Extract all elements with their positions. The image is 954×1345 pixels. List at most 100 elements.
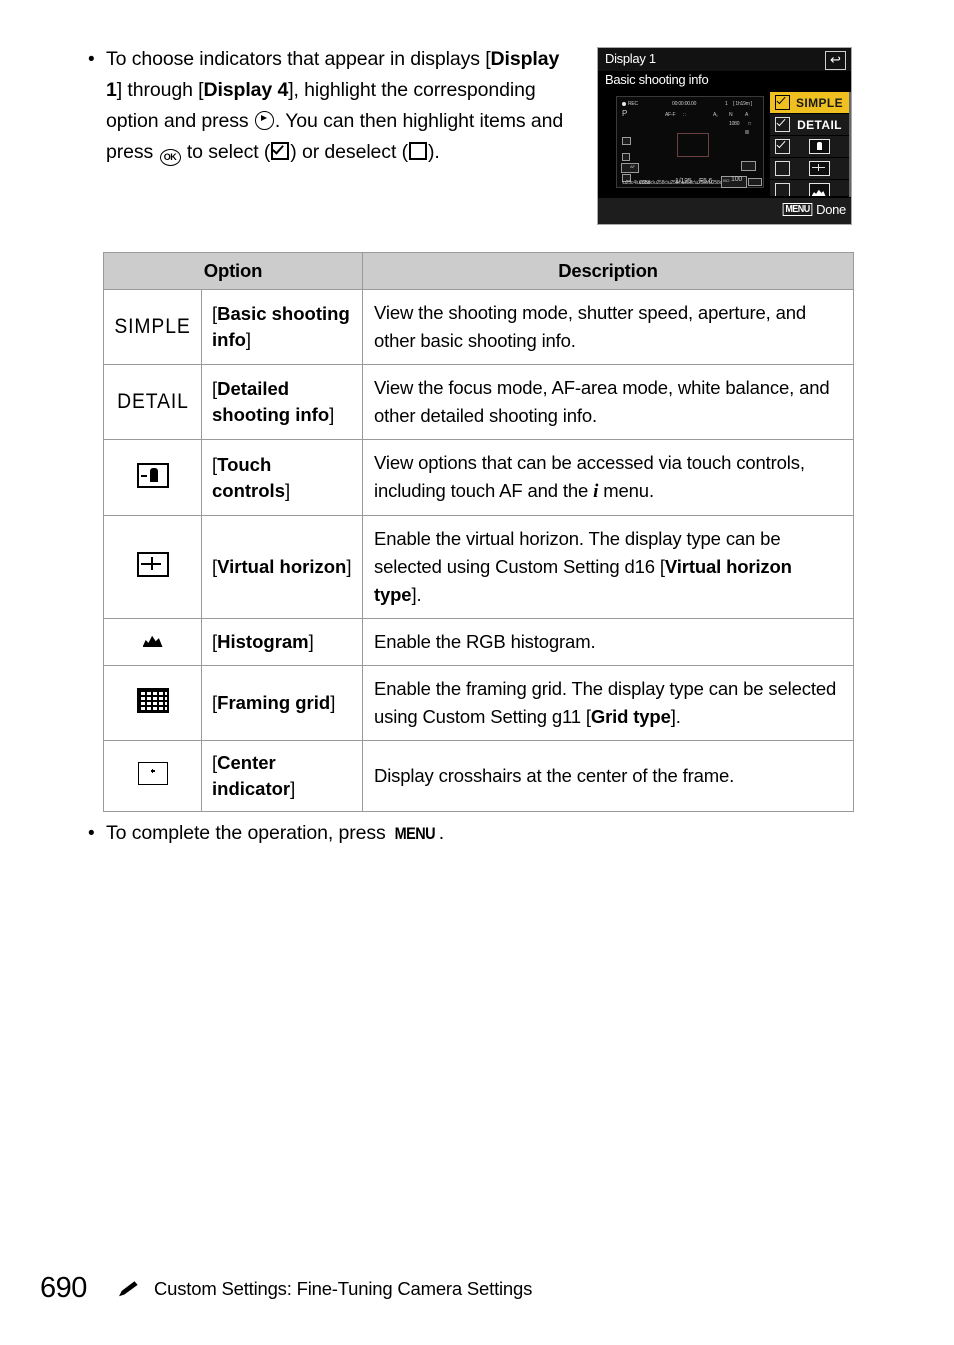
rec-dot-icon: [622, 102, 626, 106]
option-label-framing-grid: [Framing grid]: [201, 665, 363, 741]
back-icon[interactable]: ↩: [825, 51, 846, 70]
option-label-text: Touch controls: [212, 453, 285, 501]
simple-indicator: SIMPLE: [114, 315, 191, 338]
intro-bullet-text: To choose indicators that appear in disp…: [106, 44, 578, 168]
option-icon-cell-simple: SIMPLE: [103, 289, 202, 365]
frame-size: 1080: [729, 121, 740, 127]
mic-level: ‖‖: [745, 130, 749, 136]
done-button[interactable]: MENU Done: [781, 202, 846, 217]
checkbox-histogram[interactable]: [775, 183, 790, 196]
multi-selector-right-icon: [254, 111, 274, 130]
aperture: F5.6: [699, 178, 713, 185]
intro-bullet-paragraph: • To choose indicators that appear in di…: [88, 44, 578, 168]
intro-seg-2: ] through [: [116, 79, 204, 101]
picture-control: N: [729, 112, 733, 118]
option-label-text: Virtual horizon: [217, 556, 347, 577]
display-4-term: Display 4: [203, 79, 289, 101]
camera-option-row-virtual-horizon[interactable]: [770, 158, 849, 180]
option-icon-cell-framing-grid: [103, 665, 202, 741]
checkbox-detail[interactable]: [775, 117, 790, 132]
intro-seg-6: ) or deselect (: [290, 141, 408, 163]
shutter-speed: 1/125: [675, 178, 692, 185]
focus-point-box: [677, 133, 709, 157]
touch-af-label: AF: [630, 164, 635, 169]
virtual-horizon-icon: [136, 552, 169, 577]
timecode: 00:00:00.00: [672, 101, 697, 107]
focus-mode: AF-F: [665, 112, 676, 118]
bullet-marker: •: [88, 823, 95, 844]
option-description-virtual-horizon: Enable the virtual horizon. The display …: [362, 515, 854, 619]
option-label-text: Framing grid: [217, 692, 331, 713]
detail-indicator: DETAIL: [116, 390, 189, 413]
af-area-mode: ∷: [683, 112, 686, 118]
option-label-text: Detailed shooting info: [212, 378, 330, 425]
table-row: [Touch controls] View options that can b…: [103, 439, 854, 516]
histogram-icon: [809, 183, 830, 196]
camera-option-icon-cell: [790, 183, 849, 196]
checkbox-empty-icon: [408, 142, 427, 160]
table-row: [Virtual horizon] Enable the virtual hor…: [103, 515, 854, 619]
closing-seg-2: .: [438, 822, 445, 844]
camera-option-row-histogram[interactable]: [770, 180, 849, 196]
desc-seg: ].: [670, 706, 681, 727]
camera-option-label-detail: DETAIL: [797, 117, 842, 132]
footer-section-title: Custom Settings: Fine-Tuning Camera Sett…: [154, 1277, 533, 1299]
lcd-indicator-1: [622, 137, 631, 145]
remaining-time: [ 1h19m ]: [733, 101, 753, 107]
option-label-detailed-shooting-info: [Detailed shooting info]: [201, 364, 363, 440]
checkbox-checked-icon: [271, 142, 290, 160]
intro-seg-1: To choose indicators that appear in disp…: [106, 48, 491, 70]
option-label-text: Histogram: [217, 631, 309, 652]
option-description-detailed-shooting-info: View the focus mode, AF-area mode, white…: [362, 364, 854, 440]
camera-option-icon-cell: [790, 139, 849, 154]
option-list-scrollbar[interactable]: [849, 92, 851, 197]
option-label-basic-shooting-info: [Basic shooting info]: [201, 289, 363, 365]
camera-option-label-simple: SIMPLE: [795, 95, 844, 110]
checkbox-virtual-horizon[interactable]: [775, 161, 790, 176]
desc-seg: View options that can be accessed via to…: [374, 452, 805, 501]
rec-label: REC: [628, 101, 638, 107]
closing-bullet-paragraph: • To complete the operation, press MENU.: [88, 818, 688, 849]
desc-seg: ].: [411, 584, 422, 605]
menu-button-icon: MENU: [394, 824, 436, 843]
camera-screen-title: Display 1: [605, 51, 656, 66]
option-description-center-indicator: Display crosshairs at the center of the …: [362, 740, 854, 812]
option-description-basic-shooting-info: View the shooting mode, shutter speed, a…: [362, 289, 854, 365]
closing-seg-1: To complete the operation, press: [106, 822, 392, 844]
shooting-mode: P: [622, 109, 628, 118]
live-view-preview: REC 00:00:00.00 1 [ 1h19m ] P AF-F ∷ A₁ …: [616, 96, 764, 188]
menu-key-icon: MENU: [782, 203, 813, 216]
closing-bullet-text: To complete the operation, press MENU.: [106, 818, 688, 849]
camera-title-bar: Display 1 ↩: [598, 48, 851, 71]
page-number: 690: [40, 1272, 87, 1304]
table-row: [Center indicator] Display crosshairs at…: [103, 740, 854, 812]
white-balance: A₁: [713, 112, 718, 118]
checkbox-simple[interactable]: [775, 95, 790, 110]
column-header-description: Description: [362, 252, 854, 290]
table-row: [Framing grid] Enable the framing grid. …: [103, 665, 854, 741]
ok-button-icon: OK: [159, 149, 181, 166]
touch-controls-icon: [809, 139, 830, 154]
lcd-indicator-2: [622, 153, 630, 161]
option-label-text: Basic shooting info: [212, 303, 350, 350]
done-label: Done: [816, 202, 846, 217]
option-icon-cell-touch-controls: [103, 439, 202, 516]
option-description-histogram: Enable the RGB histogram.: [362, 618, 854, 666]
table-row: [Histogram] Enable the RGB histogram.: [103, 618, 854, 666]
checkbox-touch-controls[interactable]: [775, 139, 790, 154]
intro-seg-5: to select (: [181, 141, 271, 163]
histogram-icon: [140, 630, 165, 649]
image-quality: □: [748, 121, 751, 127]
camera-option-row-touch-controls[interactable]: [770, 136, 849, 158]
image-area: A: [745, 112, 749, 118]
option-icon-cell-virtual-horizon: [103, 515, 202, 619]
camera-option-row-simple[interactable]: SIMPLE: [770, 92, 849, 114]
table-row: SIMPLE [Basic shooting info] View the sh…: [103, 289, 854, 365]
option-description-touch-controls: View options that can be accessed via to…: [362, 439, 854, 516]
indicator-option-list[interactable]: SIMPLE DETAIL: [770, 92, 849, 196]
camera-option-icon-cell: [790, 161, 849, 176]
camera-option-row-detail[interactable]: DETAIL: [770, 114, 849, 136]
battery-level-icon: [748, 178, 762, 186]
table-header-row: Option Description: [103, 252, 854, 290]
table-row: DETAIL [Detailed shooting info] View the…: [103, 364, 854, 440]
